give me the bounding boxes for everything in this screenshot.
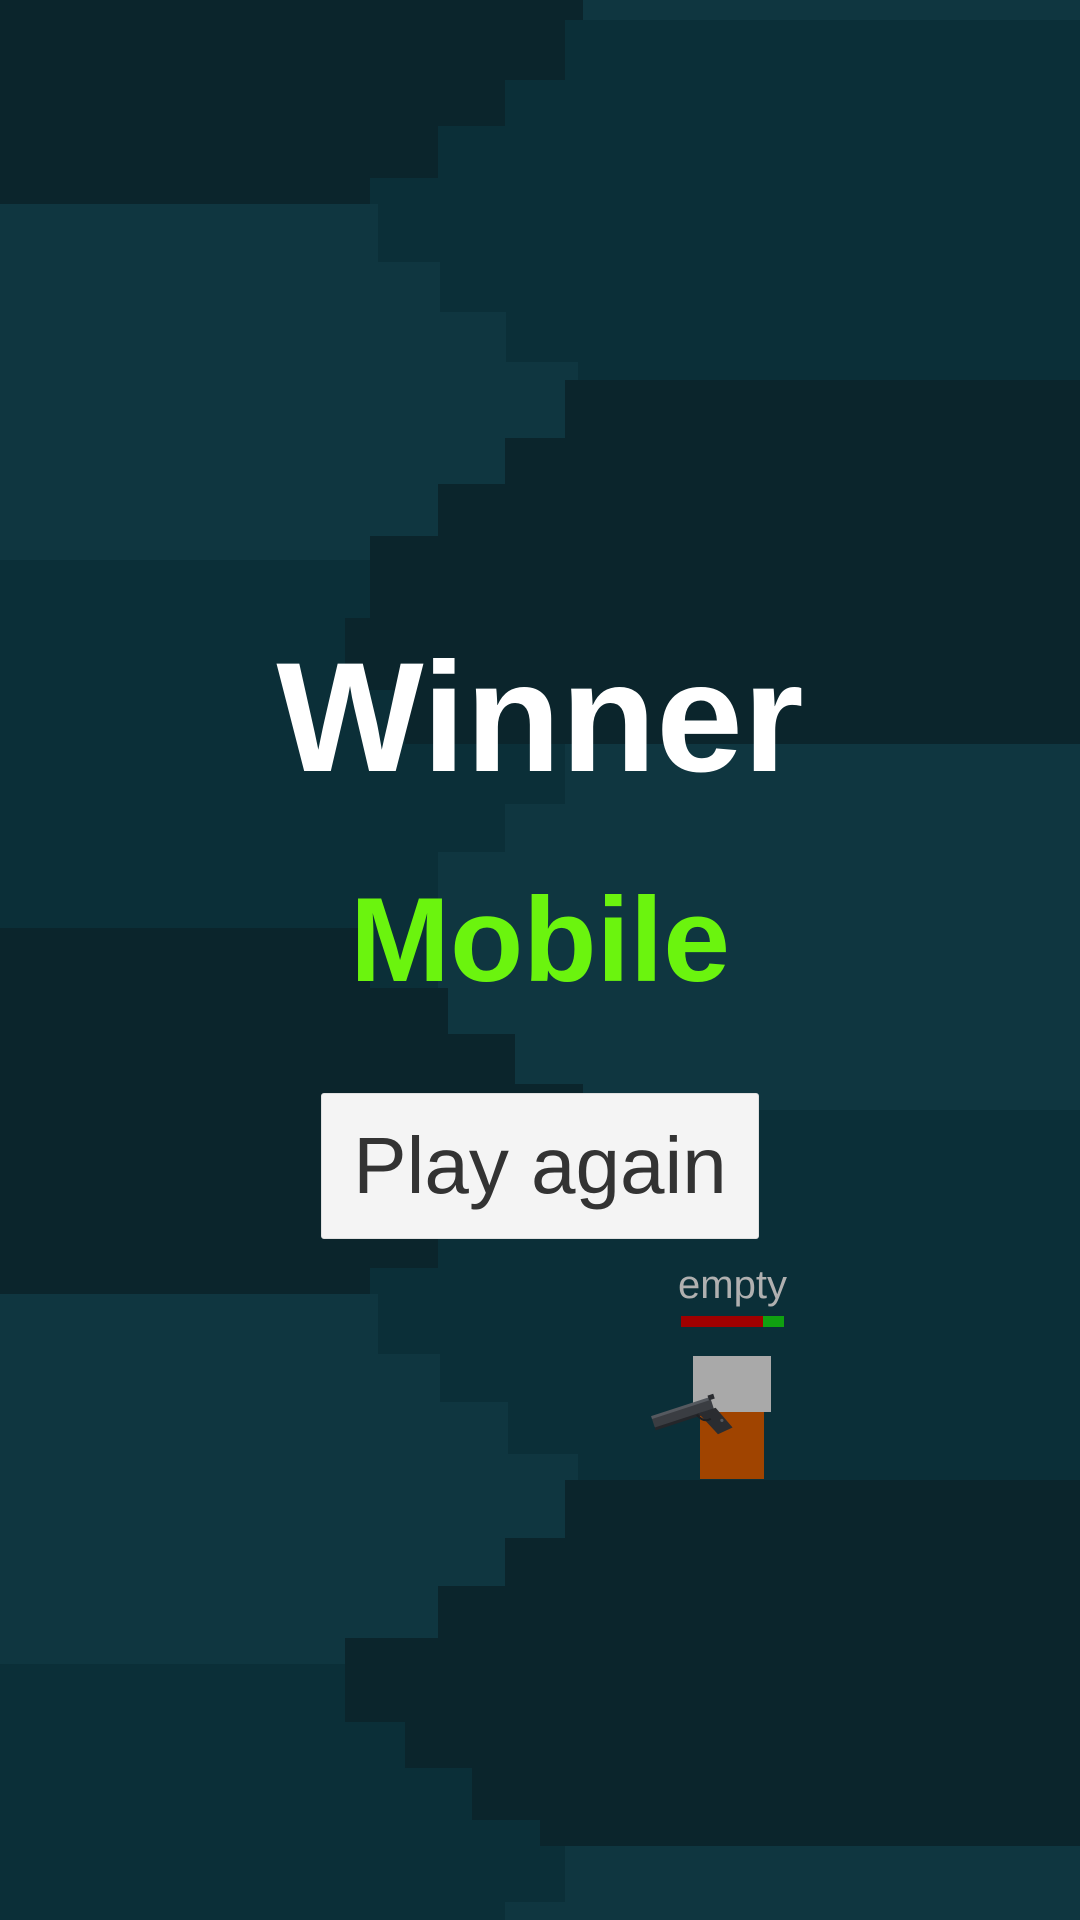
- winner-name: Mobile: [350, 873, 730, 1007]
- winner-title: Winner: [276, 631, 804, 805]
- play-again-button[interactable]: Play again: [321, 1093, 759, 1239]
- health-bar-damage: [681, 1316, 764, 1327]
- health-bar: [681, 1316, 784, 1327]
- pistol-icon: [651, 1393, 733, 1435]
- player-character: empty: [640, 1262, 790, 1482]
- weapon-status-label: empty: [678, 1263, 787, 1307]
- game-stage: Winner Mobile Play again empty: [0, 0, 1080, 1920]
